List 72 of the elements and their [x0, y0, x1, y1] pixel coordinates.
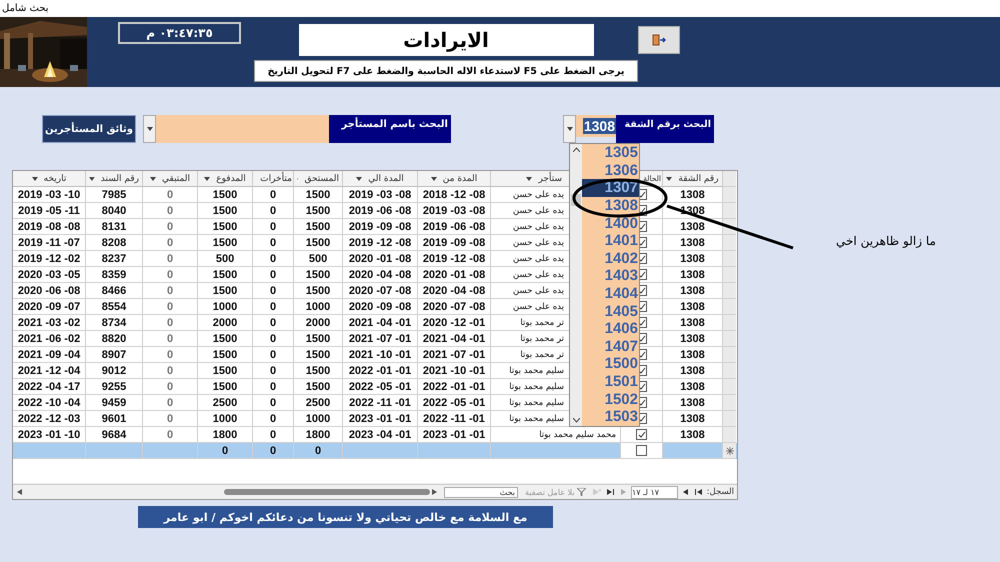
exit-button[interactable]	[638, 26, 680, 54]
last-record-button[interactable]	[605, 486, 616, 498]
caret-icon	[430, 176, 437, 180]
search-field[interactable]: بحث	[444, 486, 518, 498]
caret-icon	[150, 176, 156, 180]
clock-display: ٠٣:٤٧:٣٥ م	[118, 22, 241, 44]
filter-button[interactable]: بلا عامل تصفية	[521, 488, 590, 496]
check-icon	[638, 319, 646, 326]
check-icon	[638, 383, 646, 390]
check-icon	[638, 399, 646, 406]
check-icon	[638, 287, 646, 294]
record-label: السجل:	[706, 487, 734, 497]
column-header[interactable]: المدة الي	[343, 171, 418, 187]
record-position-field[interactable]: ١٧ لـ ١٧	[630, 486, 678, 498]
dropdown-button[interactable]	[563, 115, 576, 143]
check-icon	[638, 335, 646, 342]
vertical-scrollbar[interactable]	[570, 144, 582, 426]
window-title: بحث شامل	[2, 3, 49, 14]
name-search-label: البحث باسم المستأجر	[329, 115, 451, 143]
column-header[interactable]: المستحق	[294, 171, 343, 187]
column-header[interactable]: المدة من	[418, 171, 491, 187]
caret-icon	[204, 176, 210, 180]
apartment-search-field[interactable]: 1308	[576, 115, 616, 137]
name-search-field[interactable]	[156, 115, 329, 143]
check-icon	[638, 367, 646, 374]
previous-record-button[interactable]	[681, 486, 691, 498]
check-icon	[638, 223, 646, 230]
column-header[interactable]: رقم الشقة	[663, 171, 723, 187]
caret-icon	[32, 176, 38, 180]
check-icon	[638, 415, 646, 422]
hint-text: يرجى الضغط على F5 لاستدعاء الاله الحاسبة والضغط على F7 لتحويل التاريخ	[254, 60, 638, 82]
first-icon	[695, 489, 702, 495]
filter-icon	[576, 488, 586, 496]
scroll-up-icon	[572, 147, 580, 152]
apartment-search-label: البحث برقم الشقة	[616, 115, 714, 143]
first-record-button[interactable]	[694, 486, 704, 498]
check-icon	[638, 271, 646, 278]
column-header[interactable]: تاريخه	[13, 171, 86, 187]
annotation-text: ما زالو ظاهرين اخي	[836, 234, 936, 248]
check-icon	[638, 255, 646, 262]
previous-icon	[683, 489, 688, 495]
caret-icon	[526, 176, 532, 180]
caret-icon	[566, 127, 572, 131]
footer-banner: مع السلامة مع خالص تحياتي ولا تنسونا من دعائكم اخوكم / ابو عامر	[138, 506, 553, 528]
column-header[interactable]: رقم السند	[86, 171, 143, 187]
column-header[interactable]: متأخرات	[253, 171, 294, 187]
last-icon	[606, 489, 614, 495]
checkbox[interactable]	[636, 445, 647, 456]
checkbox[interactable]	[636, 429, 647, 440]
caret-icon	[89, 176, 95, 180]
new-record-icon	[726, 446, 734, 454]
scroll-left-icon	[17, 489, 22, 495]
column-header[interactable]: المدفوع	[198, 171, 253, 187]
check-icon	[638, 431, 646, 438]
documents-button[interactable]: وثائق المستأجرين	[42, 115, 136, 143]
dropdown-button[interactable]	[143, 115, 156, 143]
caret-icon	[666, 176, 672, 180]
form-title: الايرادات	[298, 24, 594, 56]
column-header[interactable]: المتبقي	[143, 171, 198, 187]
caret-icon	[146, 127, 152, 131]
check-icon	[638, 191, 646, 198]
door-icon	[652, 34, 666, 46]
new-record-icon	[593, 489, 602, 495]
check-icon	[638, 303, 646, 310]
dropdown-item[interactable]: 1305	[582, 144, 639, 162]
check-icon	[638, 351, 646, 358]
scrollbar-thumb[interactable]	[224, 489, 430, 495]
scroll-down-icon	[572, 418, 580, 423]
check-icon	[638, 207, 646, 214]
caret-icon	[356, 176, 362, 180]
next-icon	[620, 489, 626, 495]
check-icon	[638, 239, 646, 246]
